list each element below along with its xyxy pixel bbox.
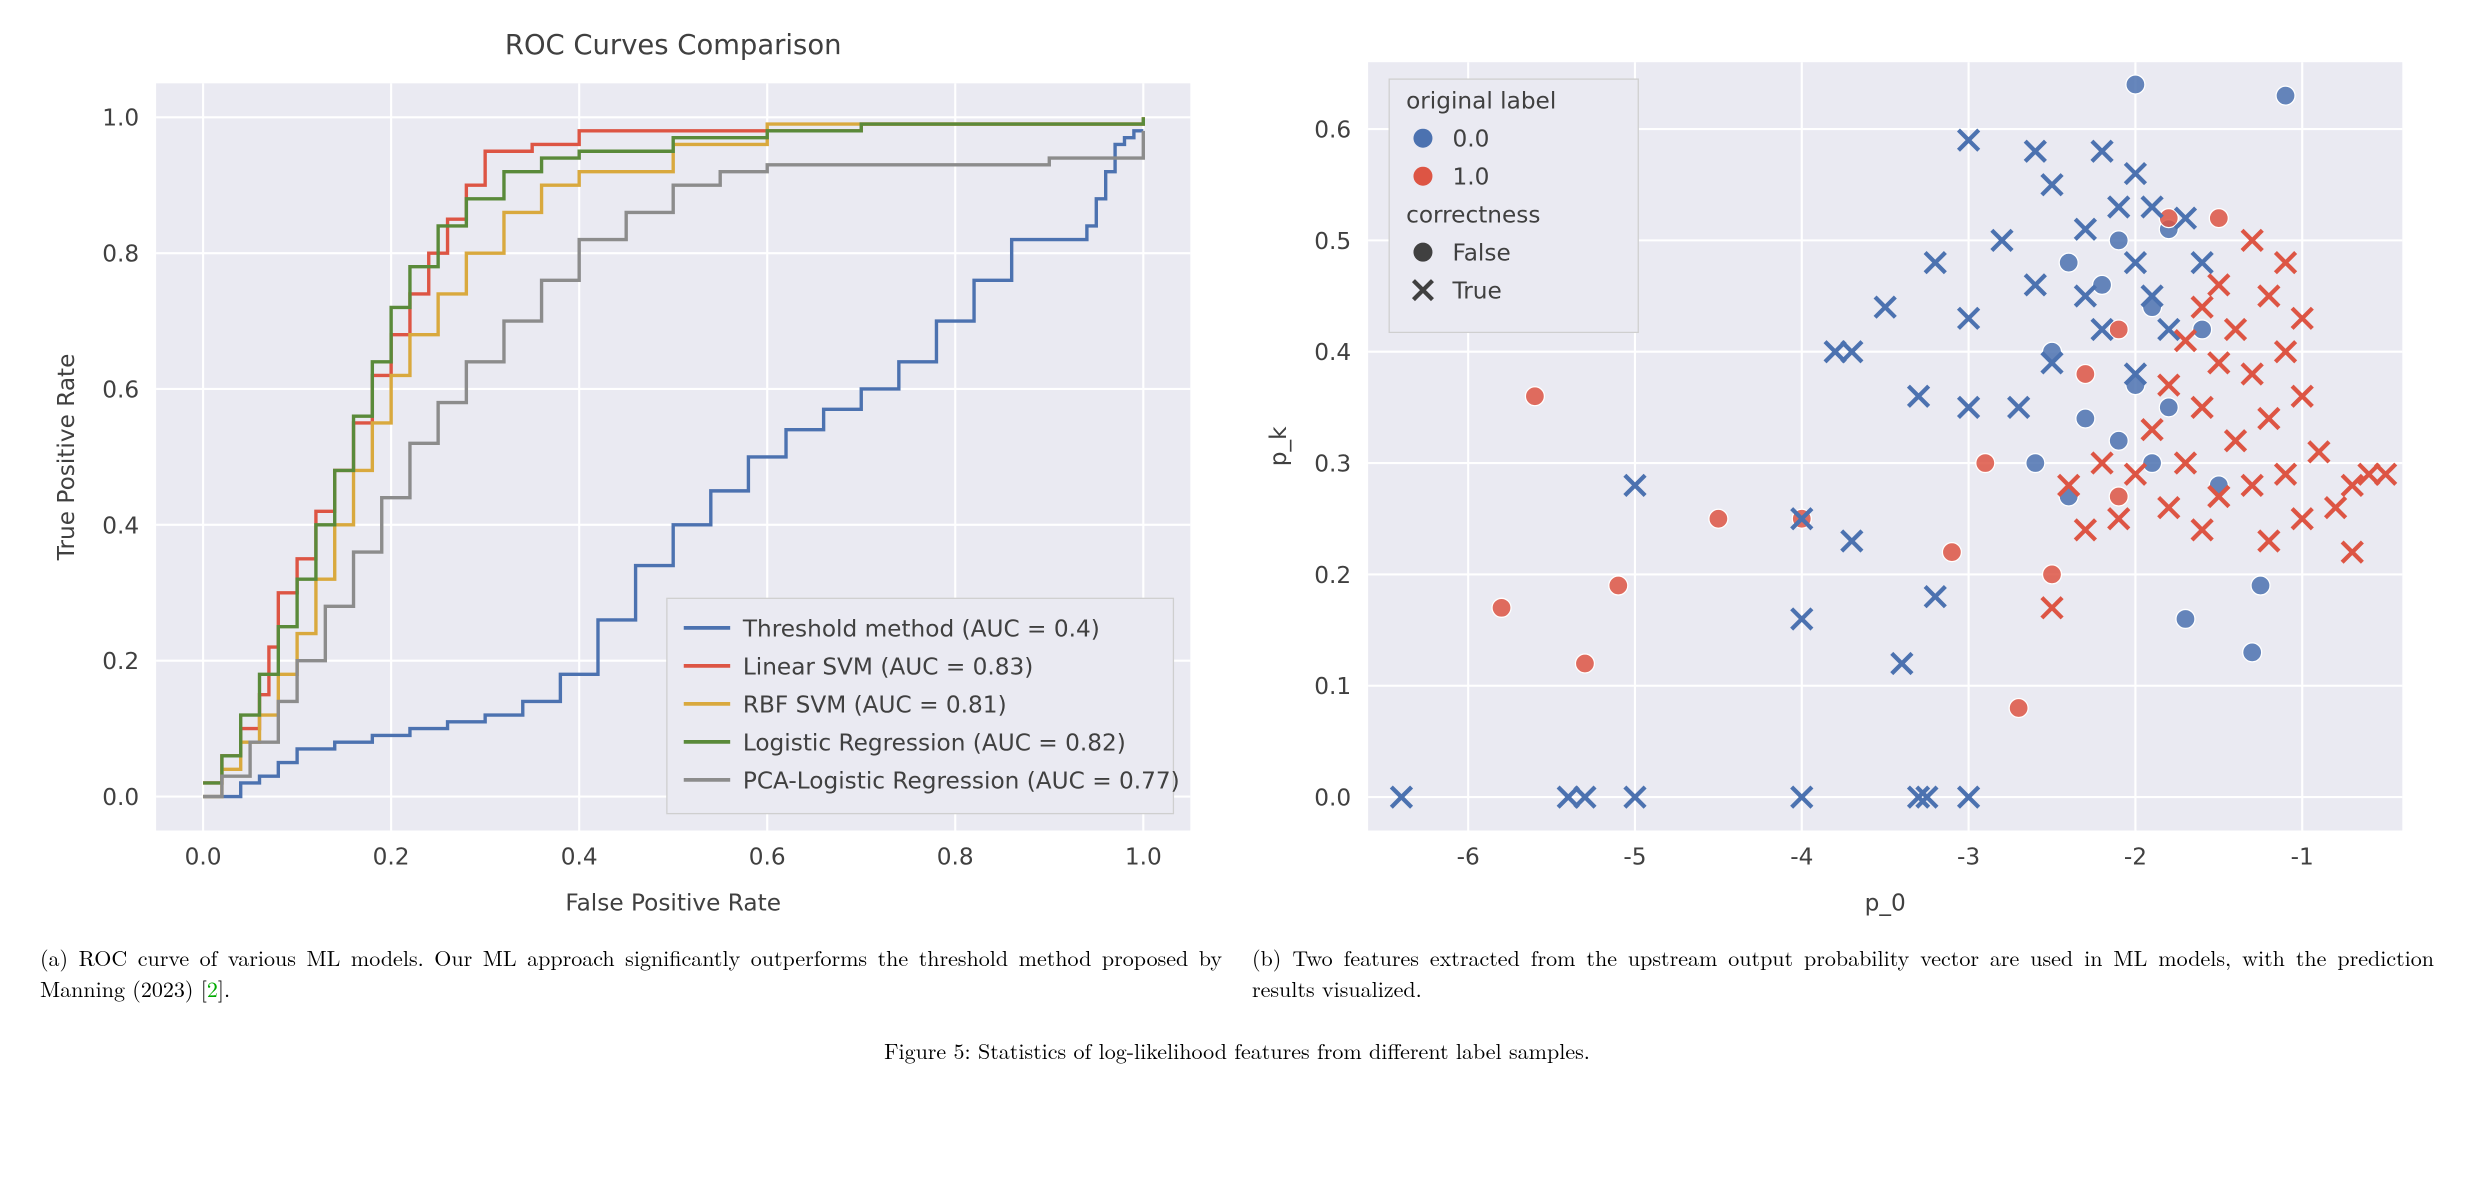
svg-text:0.6: 0.6 bbox=[1314, 116, 1351, 143]
subfigure-a-label: (a) bbox=[40, 942, 68, 973]
svg-text:0.2: 0.2 bbox=[1314, 562, 1351, 589]
svg-text:0.4: 0.4 bbox=[102, 512, 139, 539]
svg-text:correctness: correctness bbox=[1406, 202, 1540, 229]
svg-text:False: False bbox=[1453, 240, 1511, 267]
svg-text:True Positive Rate: True Positive Rate bbox=[53, 354, 80, 562]
svg-text:0.2: 0.2 bbox=[102, 648, 139, 675]
roc-chart: 0.0 0.2 0.4 0.6 0.8 1.0 0.0 0.2 0.4 0.6 0.8 1.0 ROC … bbox=[40, 20, 1222, 928]
svg-text:1.0: 1.0 bbox=[102, 105, 139, 132]
subfigure-a-caption: (a) ROC curve of various ML models. Our … bbox=[40, 942, 1222, 1006]
citation-link-2[interactable]: 2 bbox=[207, 973, 218, 1004]
roc-plot-panel: 0.0 0.2 0.4 0.6 0.8 1.0 0.0 0.2 0.4 0.6 0.8 1.0 ROC … bbox=[40, 20, 1222, 928]
svg-text:p_k: p_k bbox=[1265, 426, 1292, 466]
figure-number: Figure 5: bbox=[884, 1035, 971, 1066]
svg-text:Linear SVM (AUC = 0.83): Linear SVM (AUC = 0.83) bbox=[743, 653, 1034, 680]
scatter-chart: -6 -5 -4 -3 -2 -1 0.0 0.1 0.2 0.3 0.4 0.5 0.6 p_0 p_k o… bbox=[1252, 20, 2434, 928]
subfigure-b-caption: (b) Two features extracted from the upst… bbox=[1252, 942, 2434, 1006]
svg-text:0.0: 0.0 bbox=[1314, 785, 1351, 812]
svg-text:Logistic Regression (AUC = 0.8: Logistic Regression (AUC = 0.82) bbox=[743, 729, 1126, 756]
svg-text:-4: -4 bbox=[1790, 843, 1813, 870]
svg-text:-5: -5 bbox=[1623, 843, 1646, 870]
svg-text:0.8: 0.8 bbox=[102, 241, 139, 268]
subfigure-a: 0.0 0.2 0.4 0.6 0.8 1.0 0.0 0.2 0.4 0.6 0.8 1.0 ROC … bbox=[40, 20, 1222, 1005]
svg-text:ROC Curves Comparison: ROC Curves Comparison bbox=[505, 30, 842, 61]
svg-text:0.0: 0.0 bbox=[102, 784, 139, 811]
subfigure-b-text: Two features extracted from the upstream… bbox=[1252, 942, 2434, 1005]
svg-text:0.0: 0.0 bbox=[185, 843, 222, 870]
svg-text:0.2: 0.2 bbox=[373, 843, 410, 870]
svg-text:0.4: 0.4 bbox=[1314, 339, 1351, 366]
svg-text:-2: -2 bbox=[2124, 843, 2147, 870]
svg-text:1.0: 1.0 bbox=[1125, 843, 1162, 870]
figure-row: 0.0 0.2 0.4 0.6 0.8 1.0 0.0 0.2 0.4 0.6 0.8 1.0 ROC … bbox=[40, 20, 2434, 1005]
svg-text:-3: -3 bbox=[1957, 843, 1980, 870]
svg-text:original label: original label bbox=[1406, 88, 1556, 115]
svg-text:p_0: p_0 bbox=[1865, 890, 1906, 917]
svg-text:0.5: 0.5 bbox=[1314, 228, 1351, 255]
svg-text:False Positive Rate: False Positive Rate bbox=[565, 890, 781, 917]
svg-text:0.4: 0.4 bbox=[561, 843, 598, 870]
svg-text:True: True bbox=[1452, 278, 1502, 305]
svg-text:PCA-Logistic Regression (AUC =: PCA-Logistic Regression (AUC = 0.77) bbox=[743, 767, 1180, 794]
svg-text:0.8: 0.8 bbox=[937, 843, 974, 870]
svg-text:-6: -6 bbox=[1457, 843, 1480, 870]
svg-text:0.1: 0.1 bbox=[1314, 673, 1351, 700]
figure-main-caption: Figure 5: Statistics of log-likelihood f… bbox=[40, 1035, 2434, 1066]
subfigure-b-label: (b) bbox=[1252, 942, 1281, 973]
svg-text:RBF SVM (AUC = 0.81): RBF SVM (AUC = 0.81) bbox=[743, 691, 1007, 718]
subfigure-b: -6 -5 -4 -3 -2 -1 0.0 0.1 0.2 0.3 0.4 0.5 0.6 p_0 p_k o… bbox=[1252, 20, 2434, 1005]
svg-text:0.3: 0.3 bbox=[1314, 451, 1351, 478]
subfigure-a-text-suffix: ]. bbox=[218, 973, 230, 1004]
svg-text:0.0: 0.0 bbox=[1453, 126, 1490, 153]
svg-text:1.0: 1.0 bbox=[1453, 164, 1490, 191]
svg-text:-1: -1 bbox=[2291, 843, 2314, 870]
svg-text:Threshold method (AUC = 0.4): Threshold method (AUC = 0.4) bbox=[742, 615, 1100, 642]
figure-caption-text: Statistics of log-likelihood features fr… bbox=[978, 1035, 1590, 1066]
scatter-plot-panel: -6 -5 -4 -3 -2 -1 0.0 0.1 0.2 0.3 0.4 0.5 0.6 p_0 p_k o… bbox=[1252, 20, 2434, 928]
svg-text:0.6: 0.6 bbox=[749, 843, 786, 870]
svg-text:0.6: 0.6 bbox=[102, 376, 139, 403]
